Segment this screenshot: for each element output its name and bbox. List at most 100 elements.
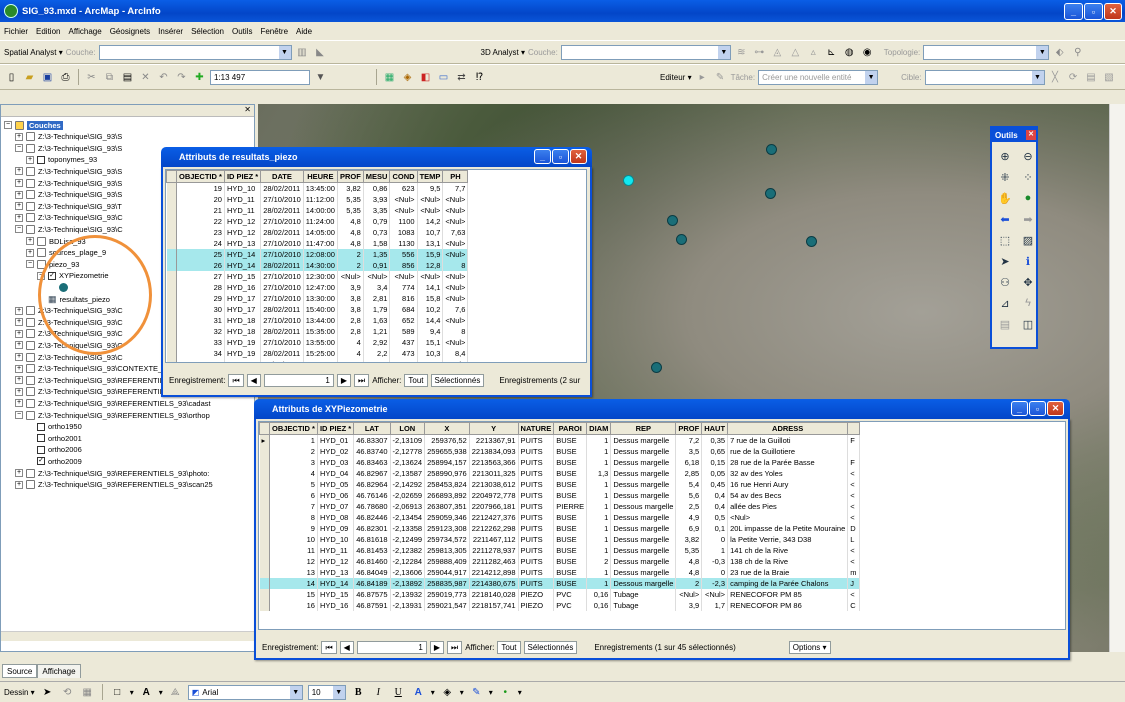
column-header[interactable]: PAROI [553,422,588,435]
column-header[interactable]: HAUT [701,422,729,435]
expander-icon[interactable]: + [15,353,23,361]
expander-icon[interactable]: + [15,399,23,408]
save-icon[interactable]: ▣ [40,70,55,85]
table-row[interactable]: 30 HYD_17 28/02/2011 15:40:00 3,8 1,79 684 10,2… [166,304,469,315]
measure-icon[interactable]: ⊿ [995,294,1015,312]
forward-icon[interactable]: ➡ [1018,210,1038,228]
chevron-down-icon[interactable]: ▾ [460,688,464,697]
column-header[interactable]: DIAM [586,422,612,435]
prev-record-button[interactable]: ◀ [339,641,354,654]
close-button[interactable]: ✕ [1104,3,1122,20]
piezometer-point[interactable] [651,362,662,373]
profile-icon[interactable]: ◬ [770,45,785,60]
print-icon[interactable]: ⎙ [58,70,73,85]
show-all-button[interactable]: Tout [404,374,428,387]
attribute-table-grid[interactable]: OBJECTID * ID PIEZ * DATE HEURE PROF MESU COND… [165,169,587,363]
prev-record-button[interactable]: ◀ [246,374,261,387]
expander-icon[interactable]: + [15,306,23,315]
chevron-down-icon[interactable]: ▼ [1035,45,1049,59]
toc-layer-row[interactable]: ortho2006 [1,444,82,456]
show-selected-button[interactable]: Sélectionnés [523,641,578,654]
piezometer-point[interactable] [667,215,678,226]
goto-xy-icon[interactable]: ✥ [1018,273,1038,291]
row-selector[interactable] [166,216,177,227]
menu-item-0[interactable]: Fichier [4,27,28,36]
zoom-out-icon[interactable]: ⊖ [1018,147,1038,165]
font-select[interactable]: ◩ Arial ▼ [187,684,303,700]
table-row[interactable]: 6 HYD_06 46.76146 -2,02659 266893,892 2204972… [259,490,860,501]
table-row[interactable]: 22 HYD_12 27/10/2010 11:24:00 4,8 0,79 1100 14,… [166,216,469,227]
row-selector[interactable] [259,534,270,545]
attributes-icon[interactable]: ▤ [1084,70,1099,85]
toc-horizontal-scrollbar[interactable] [1,631,254,641]
clear-selection-icon[interactable]: ▨ [1018,231,1038,249]
select-elements-icon[interactable]: ➤ [995,252,1015,270]
table-row[interactable]: 35HYD_2027/10/201014:09:003,252,4964815,… [166,359,469,362]
row-selector[interactable] [166,282,177,293]
add-data-icon[interactable]: ✚ [192,70,207,85]
close-icon[interactable]: ✕ [1026,130,1036,140]
column-header[interactable]: LAT [353,422,391,435]
row-selector[interactable] [259,468,270,479]
column-header[interactable]: X [424,422,470,435]
row-selector[interactable] [166,205,177,216]
toc-layer-row[interactable]: ✓ ortho2009 [1,455,82,467]
table-row[interactable]: 4 HYD_04 46.82967 -2,13587 258990,976 2213011… [259,468,860,479]
row-selector[interactable] [259,501,270,512]
minimize-button[interactable]: _ [534,149,551,164]
row-selector[interactable] [166,337,177,348]
whats-this-icon[interactable]: ⁉ [472,70,487,85]
column-header[interactable]: ID PIEZ * [223,170,262,183]
row-selector[interactable] [166,227,177,238]
fixed-zoom-in-icon[interactable]: ⁜ [995,168,1015,186]
close-button[interactable]: ✕ [1047,401,1064,416]
toc-layer-row[interactable]: + Z:\3-Technique\SIG_93\S [1,165,122,177]
table-row[interactable]: 11 HYD_11 46.81453 -2,12382 259813,305 221127… [259,545,860,556]
expander-icon[interactable]: + [26,237,34,245]
expander-icon[interactable]: − [26,260,34,269]
identify-icon[interactable]: ℹ [1018,252,1038,270]
close-icon[interactable]: ✕ [244,105,251,114]
expander-icon[interactable]: + [15,341,23,350]
chevron-down-icon[interactable]: ▼ [1030,70,1044,84]
rotate-icon[interactable]: ⟲ [60,685,75,700]
toc-layer-row[interactable]: − Couches [1,119,63,131]
expander-icon[interactable]: + [15,167,23,176]
expander-icon[interactable]: + [15,213,23,222]
row-selector[interactable] [259,479,270,490]
select-elements-icon[interactable]: ➤ [40,685,55,700]
minimize-button[interactable]: _ [1064,3,1083,20]
column-header[interactable]: PH [442,170,469,183]
delete-icon[interactable]: ✕ [138,70,153,85]
next-record-button[interactable]: ▶ [336,374,351,387]
redo-icon[interactable]: ↷ [174,70,189,85]
table-row[interactable]: 2 HYD_02 46.83740 -2,12778 259655,938 2213834… [259,446,860,457]
first-record-button[interactable]: ⏮ [321,641,337,654]
row-selector[interactable] [166,238,177,249]
point-icon[interactable]: ▵ [806,45,821,60]
arcscene-icon[interactable]: ◍ [842,45,857,60]
topology-tool-icon[interactable]: ⚲ [1070,45,1085,60]
chevron-down-icon[interactable]: ▾ [518,688,522,697]
zoom-in-icon[interactable]: ⊕ [995,147,1015,165]
layer-checkbox[interactable] [37,434,45,443]
arcglobe-icon[interactable]: ◉ [860,45,875,60]
table-row[interactable]: 21 HYD_11 28/02/2011 14:00:00 5,35 3,35 <Nul> <… [166,205,469,216]
arctoolbox-icon[interactable]: ◧ [418,70,433,85]
expander-icon[interactable]: − [15,144,23,153]
tab-affichage[interactable]: Affichage [37,664,81,678]
table-row[interactable]: 19 HYD_10 28/02/2011 13:45:00 3,82 0,86 623 9,5… [166,182,469,194]
row-selector[interactable] [166,271,177,282]
chevron-down-icon[interactable]: ▾ [159,688,163,697]
text-icon[interactable]: A [139,685,154,700]
back-icon[interactable]: ⬅ [995,210,1015,228]
column-header[interactable]: ADRESS [727,422,849,435]
italic-icon[interactable]: I [371,685,386,700]
row-selector[interactable] [166,293,177,304]
row-selector[interactable] [166,348,177,359]
column-header[interactable]: DATE [260,170,304,183]
attribute-table-grid[interactable]: OBJECTID * ID PIEZ * LAT LON X Y NATURE PAROI DI… [258,421,1066,630]
row-selector[interactable] [259,457,270,468]
table-row[interactable]: 14 HYD_14 46.84189 -2,13892 258835,987 221438… [259,578,860,589]
expander-icon[interactable]: + [15,132,23,141]
